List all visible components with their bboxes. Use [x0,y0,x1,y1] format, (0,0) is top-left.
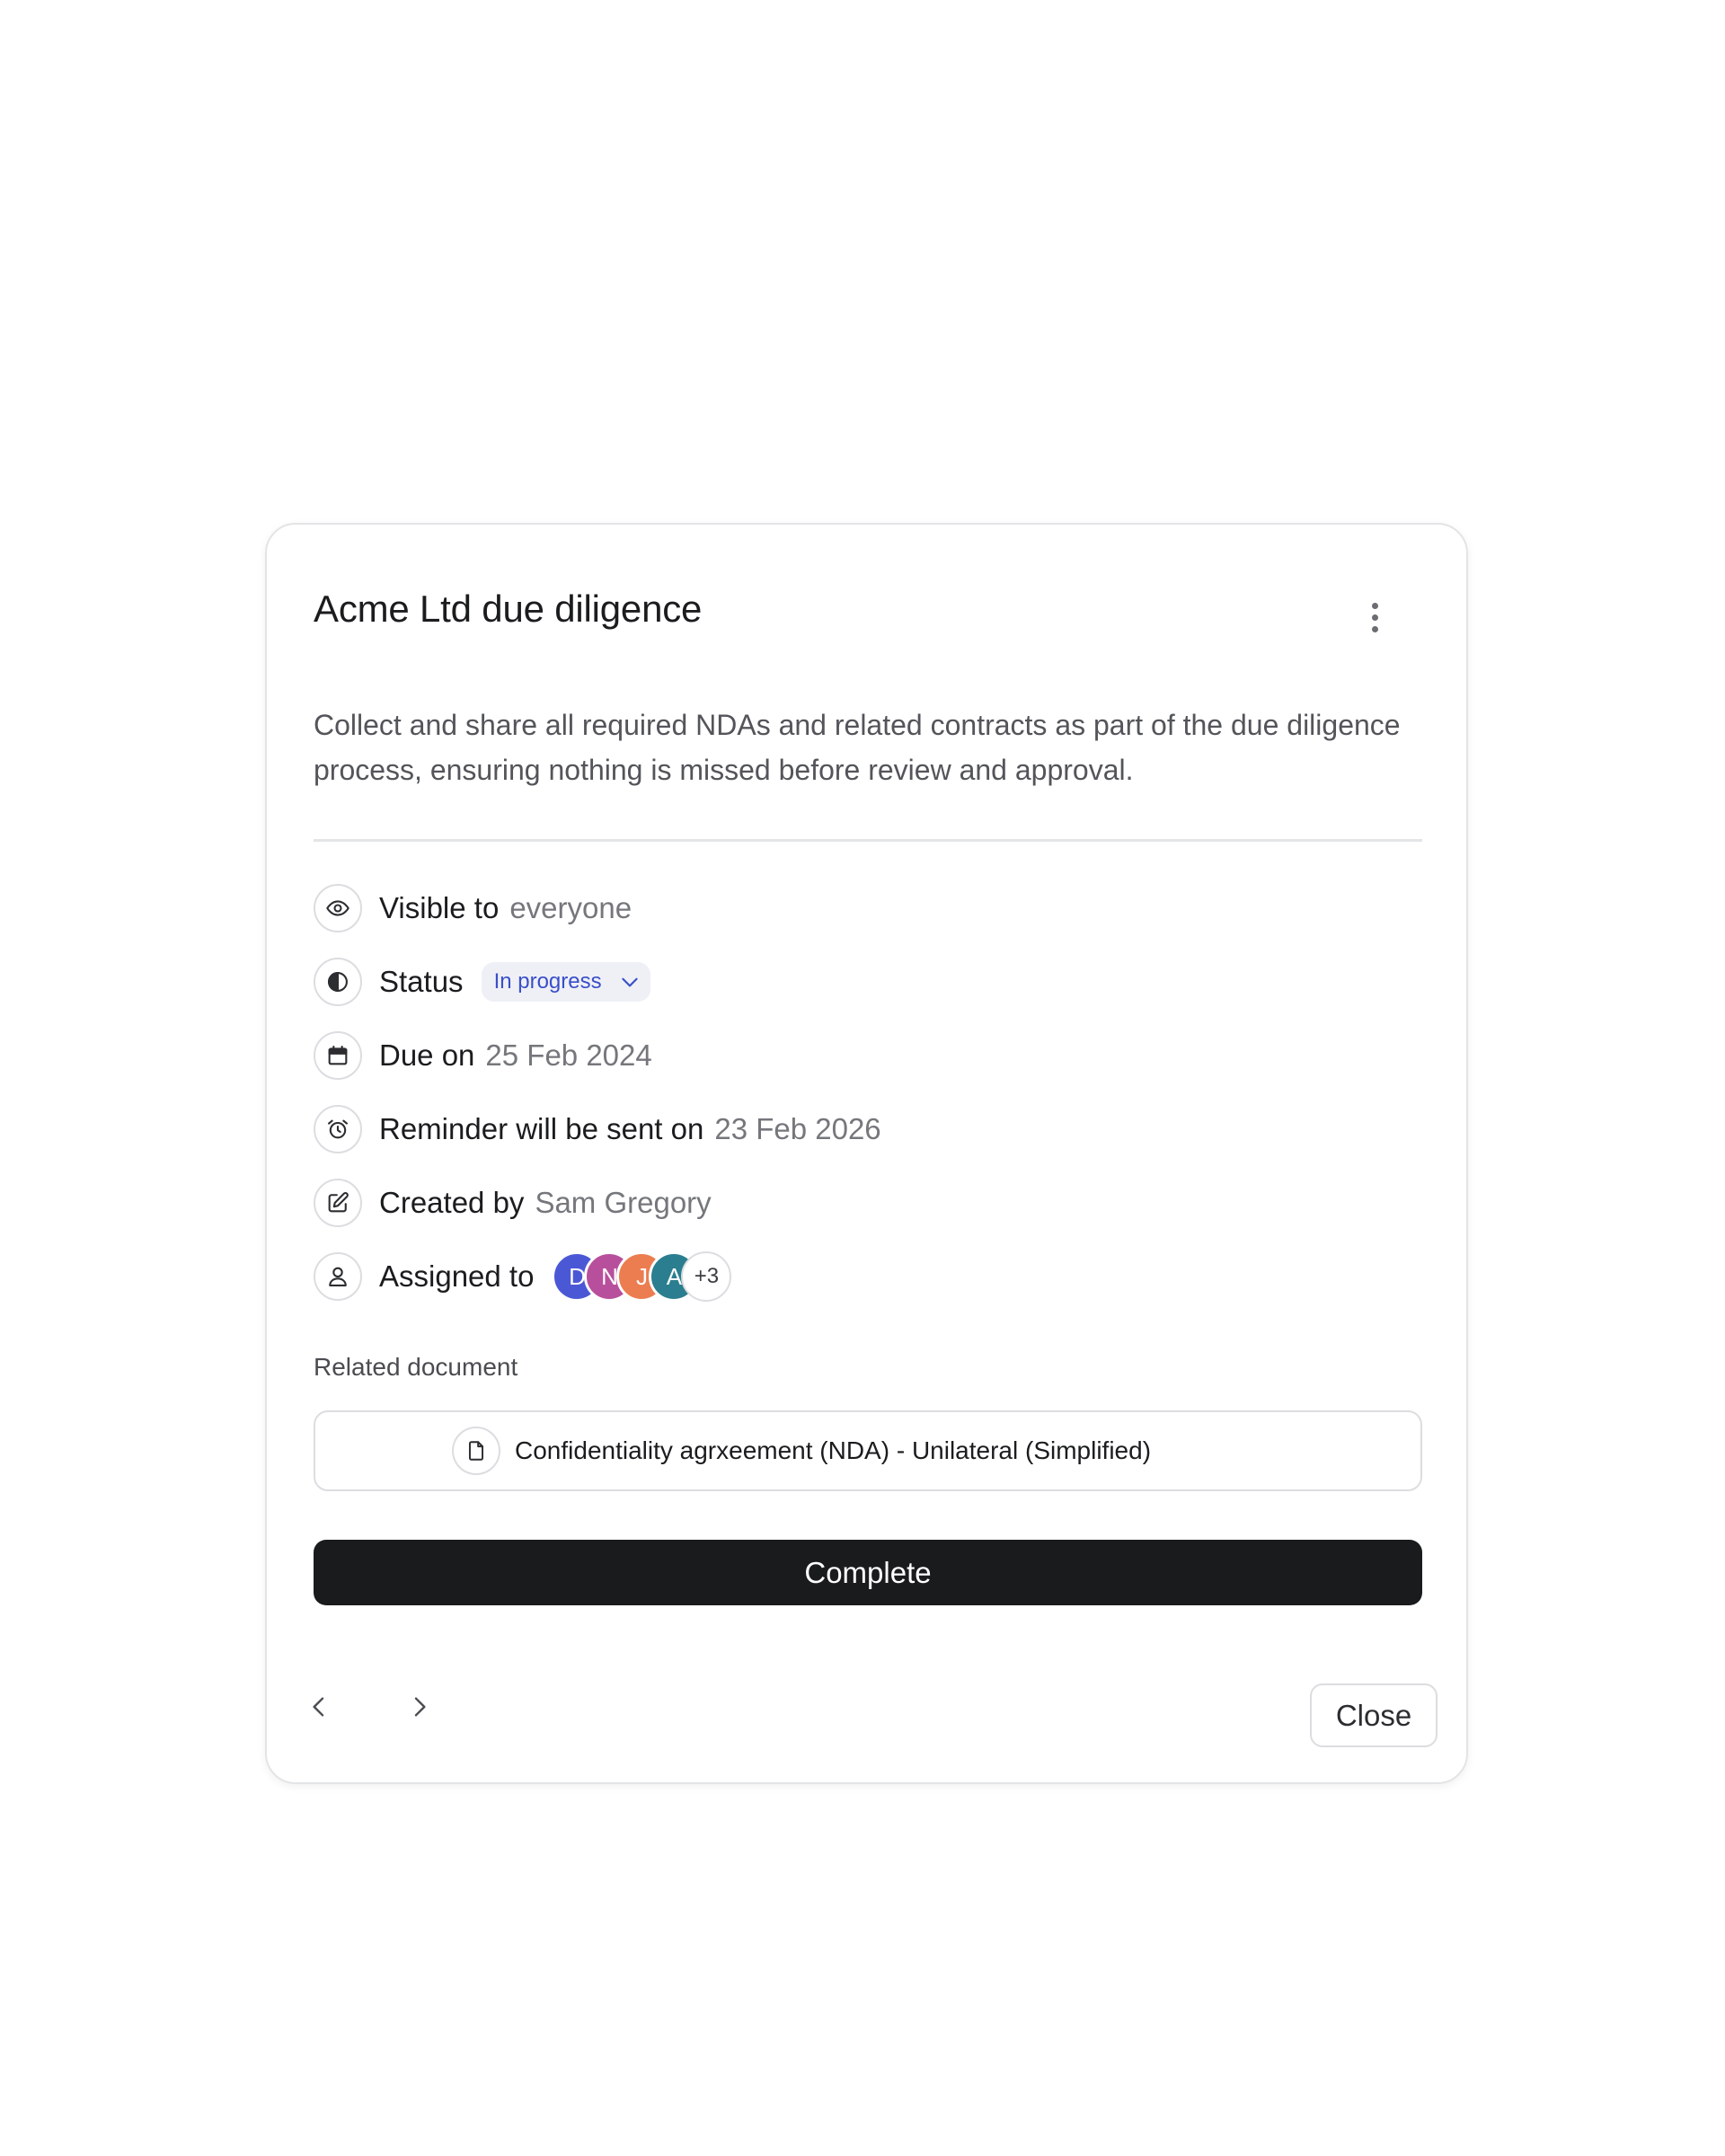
chevron-down-icon [621,977,638,987]
alarm-clock-icon [314,1105,362,1153]
divider [314,839,1422,842]
created-by-row: Created by Sam Gregory [314,1178,712,1228]
task-title: Acme Ltd due diligence [314,588,703,630]
reminder-value: 23 Feb 2026 [714,1112,881,1145]
more-vertical-icon-dot [1371,625,1378,632]
visibility-row: Visible to everyone [314,883,632,933]
status-label: Status [379,965,464,998]
eye-icon [314,884,362,932]
more-options-button[interactable] [1357,599,1393,635]
status-dropdown[interactable]: In progress [481,962,650,1002]
next-button[interactable] [398,1685,441,1728]
chevron-right-icon [414,1697,426,1717]
more-vertical-icon [1371,602,1378,609]
reminder-row: Reminder will be sent on 23 Feb 2026 [314,1104,881,1154]
due-date-label: Due on [379,1038,475,1072]
due-date-row: Due on 25 Feb 2024 [314,1030,652,1081]
previous-button[interactable] [297,1685,341,1728]
status-row: Status In progress [314,957,650,1007]
assignee-avatars[interactable]: D N J A +3 [552,1251,732,1302]
task-description: Collect and share all required NDAs and … [314,709,1401,786]
more-vertical-icon-dot [1371,614,1378,621]
assigned-to-label: Assigned to [379,1259,535,1293]
edit-icon [314,1179,362,1227]
visibility-label: Visible to [379,891,500,924]
related-document-name: Confidentiality agrxeement (NDA) - Unila… [515,1436,1152,1464]
reminder-label: Reminder will be sent on [379,1112,704,1145]
created-by-label: Created by [379,1186,525,1219]
due-date-value: 25 Feb 2024 [485,1038,652,1072]
related-document-heading: Related document [314,1353,518,1381]
status-value: In progress [493,969,602,994]
user-icon [314,1252,362,1301]
assigned-to-row: Assigned to D N J A +3 [314,1251,732,1302]
file-icon [452,1427,500,1475]
chevron-left-icon [313,1697,324,1717]
visibility-value: everyone [509,891,632,924]
calendar-icon [314,1031,362,1080]
created-by-value: Sam Gregory [535,1186,712,1219]
half-circle-icon [314,958,362,1006]
close-button[interactable]: Close [1310,1683,1438,1747]
task-detail-card: Acme Ltd due diligence Collect and share… [265,523,1468,1784]
related-document-link[interactable]: Confidentiality agrxeement (NDA) - Unila… [314,1410,1422,1491]
more-assignees-badge[interactable]: +3 [681,1251,732,1302]
complete-button[interactable]: Complete [314,1540,1422,1605]
